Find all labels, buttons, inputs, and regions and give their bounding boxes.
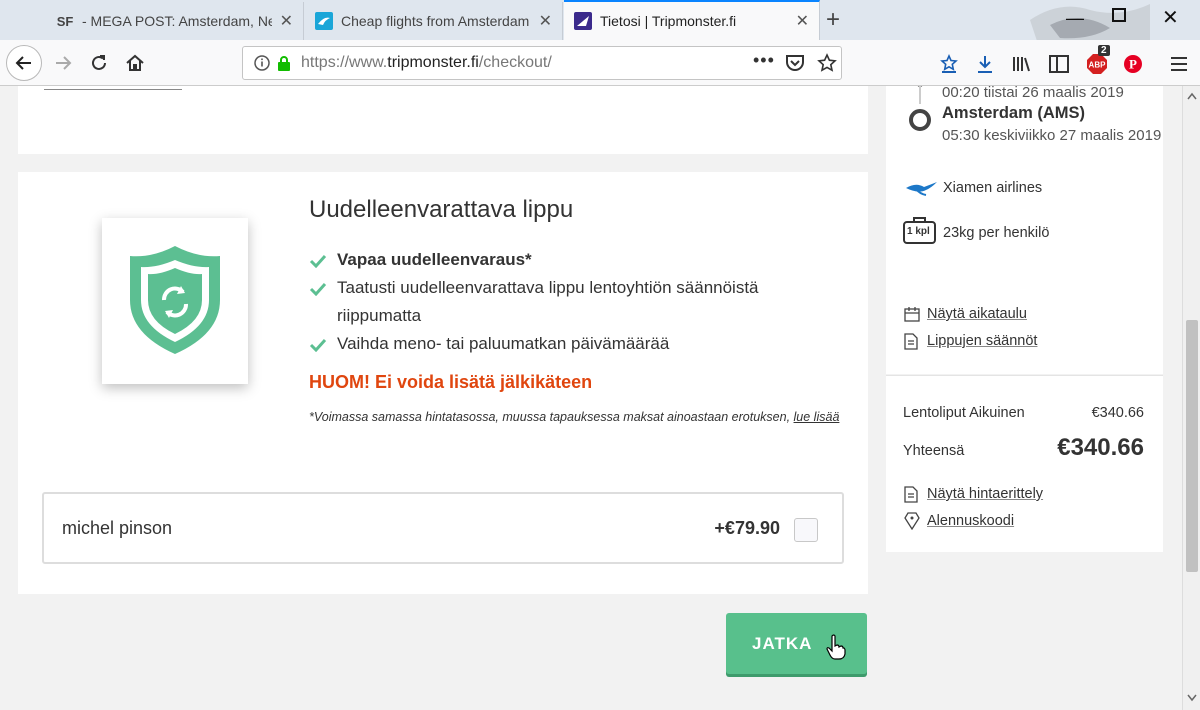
menu-icon[interactable] bbox=[1168, 53, 1190, 75]
reload-button[interactable] bbox=[88, 52, 110, 74]
continue-label: JATKA bbox=[752, 633, 813, 653]
close-window-icon[interactable]: ✕ bbox=[1162, 5, 1179, 30]
tab-strip: SF - MEGA POST: Amsterdam, Netherlands ✕… bbox=[0, 0, 1200, 80]
passenger-name: michel pinson bbox=[62, 518, 173, 538]
url-host: tripmonster.fi bbox=[387, 54, 479, 71]
arrival-city: Amsterdam (AMS) bbox=[942, 104, 1086, 122]
page-content: Uudelleenvarattava lippu Vapaa uudelleen… bbox=[0, 86, 1182, 710]
price-breakdown-link[interactable]: Näytä hintaerittely bbox=[927, 486, 1043, 502]
new-tab-icon[interactable]: + bbox=[826, 6, 840, 34]
price-summary-card: Lentoliput Aikuinen €340.66 Yhteensä €34… bbox=[886, 375, 1163, 552]
forward-arrow-icon bbox=[56, 56, 72, 70]
downloads-icon[interactable] bbox=[974, 53, 996, 75]
tab-title: - MEGA POST: Amsterdam, Netherlands bbox=[82, 13, 272, 29]
page-scrollbar[interactable] bbox=[1182, 86, 1200, 710]
departure-time: 00:20 tiistai 26 maalis 2019 bbox=[942, 86, 1124, 101]
close-tab-icon[interactable]: ✕ bbox=[796, 11, 809, 31]
ticket-rules-link[interactable]: Lippujen säännöt bbox=[927, 333, 1037, 349]
navigation-toolbar: https://www. tripmonster.fi/checkout/ •••… bbox=[0, 40, 1200, 86]
lock-icon bbox=[278, 56, 290, 71]
document-icon bbox=[904, 333, 918, 350]
feature-text: Vapaa uudelleenvaraus* bbox=[337, 250, 532, 269]
discount-code-link[interactable]: Alennuskoodi bbox=[927, 513, 1014, 529]
document-icon bbox=[904, 486, 918, 503]
baggage-icon: 1 kpl bbox=[903, 216, 936, 244]
tab-title: Tietosi | Tripmonster.fi bbox=[600, 13, 737, 29]
scroll-up-icon[interactable] bbox=[1187, 92, 1197, 100]
pocket-icon[interactable] bbox=[785, 54, 805, 72]
previous-section-card bbox=[18, 86, 868, 154]
offer-title: Uudelleenvarattava lippu bbox=[309, 196, 574, 223]
tab-tripmonster[interactable]: Tietosi | Tripmonster.fi ✕ bbox=[564, 0, 820, 40]
svg-text:P: P bbox=[1129, 57, 1137, 72]
price-line-label: Lentoliput Aikuinen bbox=[903, 405, 1025, 421]
close-tab-icon[interactable]: ✕ bbox=[539, 11, 552, 31]
home-icon bbox=[126, 54, 144, 71]
back-button[interactable] bbox=[6, 45, 42, 81]
baggage-allowance: 23kg per henkilö bbox=[943, 225, 1050, 241]
library-icon[interactable] bbox=[1010, 53, 1032, 75]
total-label: Yhteensä bbox=[903, 443, 965, 459]
tab-mega-post[interactable]: SF - MEGA POST: Amsterdam, Netherlands ✕ bbox=[46, 2, 304, 40]
tripmonster-favicon-icon bbox=[574, 12, 592, 30]
pinterest-icon[interactable]: P bbox=[1122, 53, 1144, 75]
check-icon bbox=[309, 282, 327, 296]
airline-logo-icon bbox=[906, 182, 937, 196]
sidebar-toggle-icon[interactable] bbox=[1048, 53, 1070, 75]
price-line-amount: €340.66 bbox=[1091, 405, 1144, 421]
close-tab-icon[interactable]: ✕ bbox=[280, 11, 293, 31]
baggage-count: 1 kpl bbox=[907, 226, 930, 237]
hand-cursor-icon bbox=[826, 634, 846, 660]
check-icon bbox=[309, 254, 327, 268]
home-button[interactable] bbox=[124, 52, 146, 74]
read-more-link[interactable]: lue lisää bbox=[794, 410, 840, 424]
reload-icon bbox=[92, 55, 106, 70]
adblock-icon[interactable]: ABP 2 bbox=[1086, 45, 1110, 75]
url-path: /checkout/ bbox=[478, 54, 552, 71]
tab-title: Cheap flights from Amsterdam bbox=[341, 13, 530, 29]
route-timeline-icon bbox=[909, 86, 931, 131]
scroll-down-icon[interactable] bbox=[1187, 694, 1197, 702]
total-amount: €340.66 bbox=[1057, 434, 1144, 461]
bookmark-star-icon[interactable] bbox=[817, 53, 837, 73]
sf-favicon-icon: SF bbox=[56, 13, 74, 29]
airline-name: Xiamen airlines bbox=[943, 180, 1043, 196]
arrival-time: 05:30 keskiviikko 27 maalis 2019 bbox=[942, 127, 1162, 144]
feature-text: Taatusti uudelleenvarattava lippu lentoy… bbox=[337, 278, 759, 325]
shield-refresh-icon bbox=[130, 246, 220, 354]
plane-favicon-icon bbox=[315, 12, 333, 30]
bookmarks-toolbar-icon[interactable] bbox=[938, 53, 960, 75]
passenger-row[interactable]: michel pinson +€79.90 bbox=[42, 492, 844, 564]
scrollbar-thumb[interactable] bbox=[1186, 320, 1198, 572]
minimize-window-icon[interactable]: — bbox=[1066, 8, 1084, 29]
discount-tag-icon bbox=[904, 512, 920, 530]
feature-text: Vaihda meno- tai paluumatkan päivämäärää bbox=[337, 334, 670, 353]
terms-note-text: *Voimassa samassa hintatasossa, muussa t… bbox=[309, 410, 791, 424]
url-protocol: https://www. bbox=[301, 54, 388, 71]
calendar-icon bbox=[904, 307, 920, 322]
show-schedule-link[interactable]: Näytä aikataulu bbox=[927, 306, 1027, 322]
maximize-window-icon[interactable] bbox=[1112, 6, 1126, 27]
tab-cheap-flights[interactable]: Cheap flights from Amsterdam ✕ bbox=[305, 2, 563, 40]
terms-note: *Voimassa samassa hintatasossa, muussa t… bbox=[309, 404, 849, 430]
passenger-addon-checkbox[interactable] bbox=[794, 518, 818, 542]
back-arrow-icon bbox=[15, 56, 31, 70]
page-actions-icon[interactable]: ••• bbox=[753, 50, 775, 71]
rebookable-ticket-card: Uudelleenvarattava lippu Vapaa uudelleen… bbox=[18, 172, 868, 594]
adblock-badge: 2 bbox=[1098, 45, 1110, 56]
svg-text:ABP: ABP bbox=[1089, 61, 1107, 70]
flight-summary-card: 00:20 tiistai 26 maalis 2019 Amsterdam (… bbox=[886, 86, 1163, 374]
rebook-shield-illustration bbox=[102, 218, 248, 384]
warning-text: HUOM! Ei voida lisätä jälkikäteen bbox=[309, 372, 593, 392]
section-divider bbox=[44, 89, 182, 90]
info-icon[interactable] bbox=[253, 54, 271, 72]
passenger-addon-price: +€79.90 bbox=[714, 518, 780, 538]
feature-item: Vaihda meno- tai paluumatkan päivämäärää bbox=[309, 330, 829, 358]
feature-item: Vapaa uudelleenvaraus* bbox=[309, 246, 829, 274]
address-bar[interactable]: https://www. tripmonster.fi/checkout/ ••• bbox=[242, 46, 842, 80]
forward-button[interactable] bbox=[52, 52, 74, 74]
check-icon bbox=[309, 338, 327, 352]
feature-item: Taatusti uudelleenvarattava lippu lentoy… bbox=[309, 274, 829, 330]
